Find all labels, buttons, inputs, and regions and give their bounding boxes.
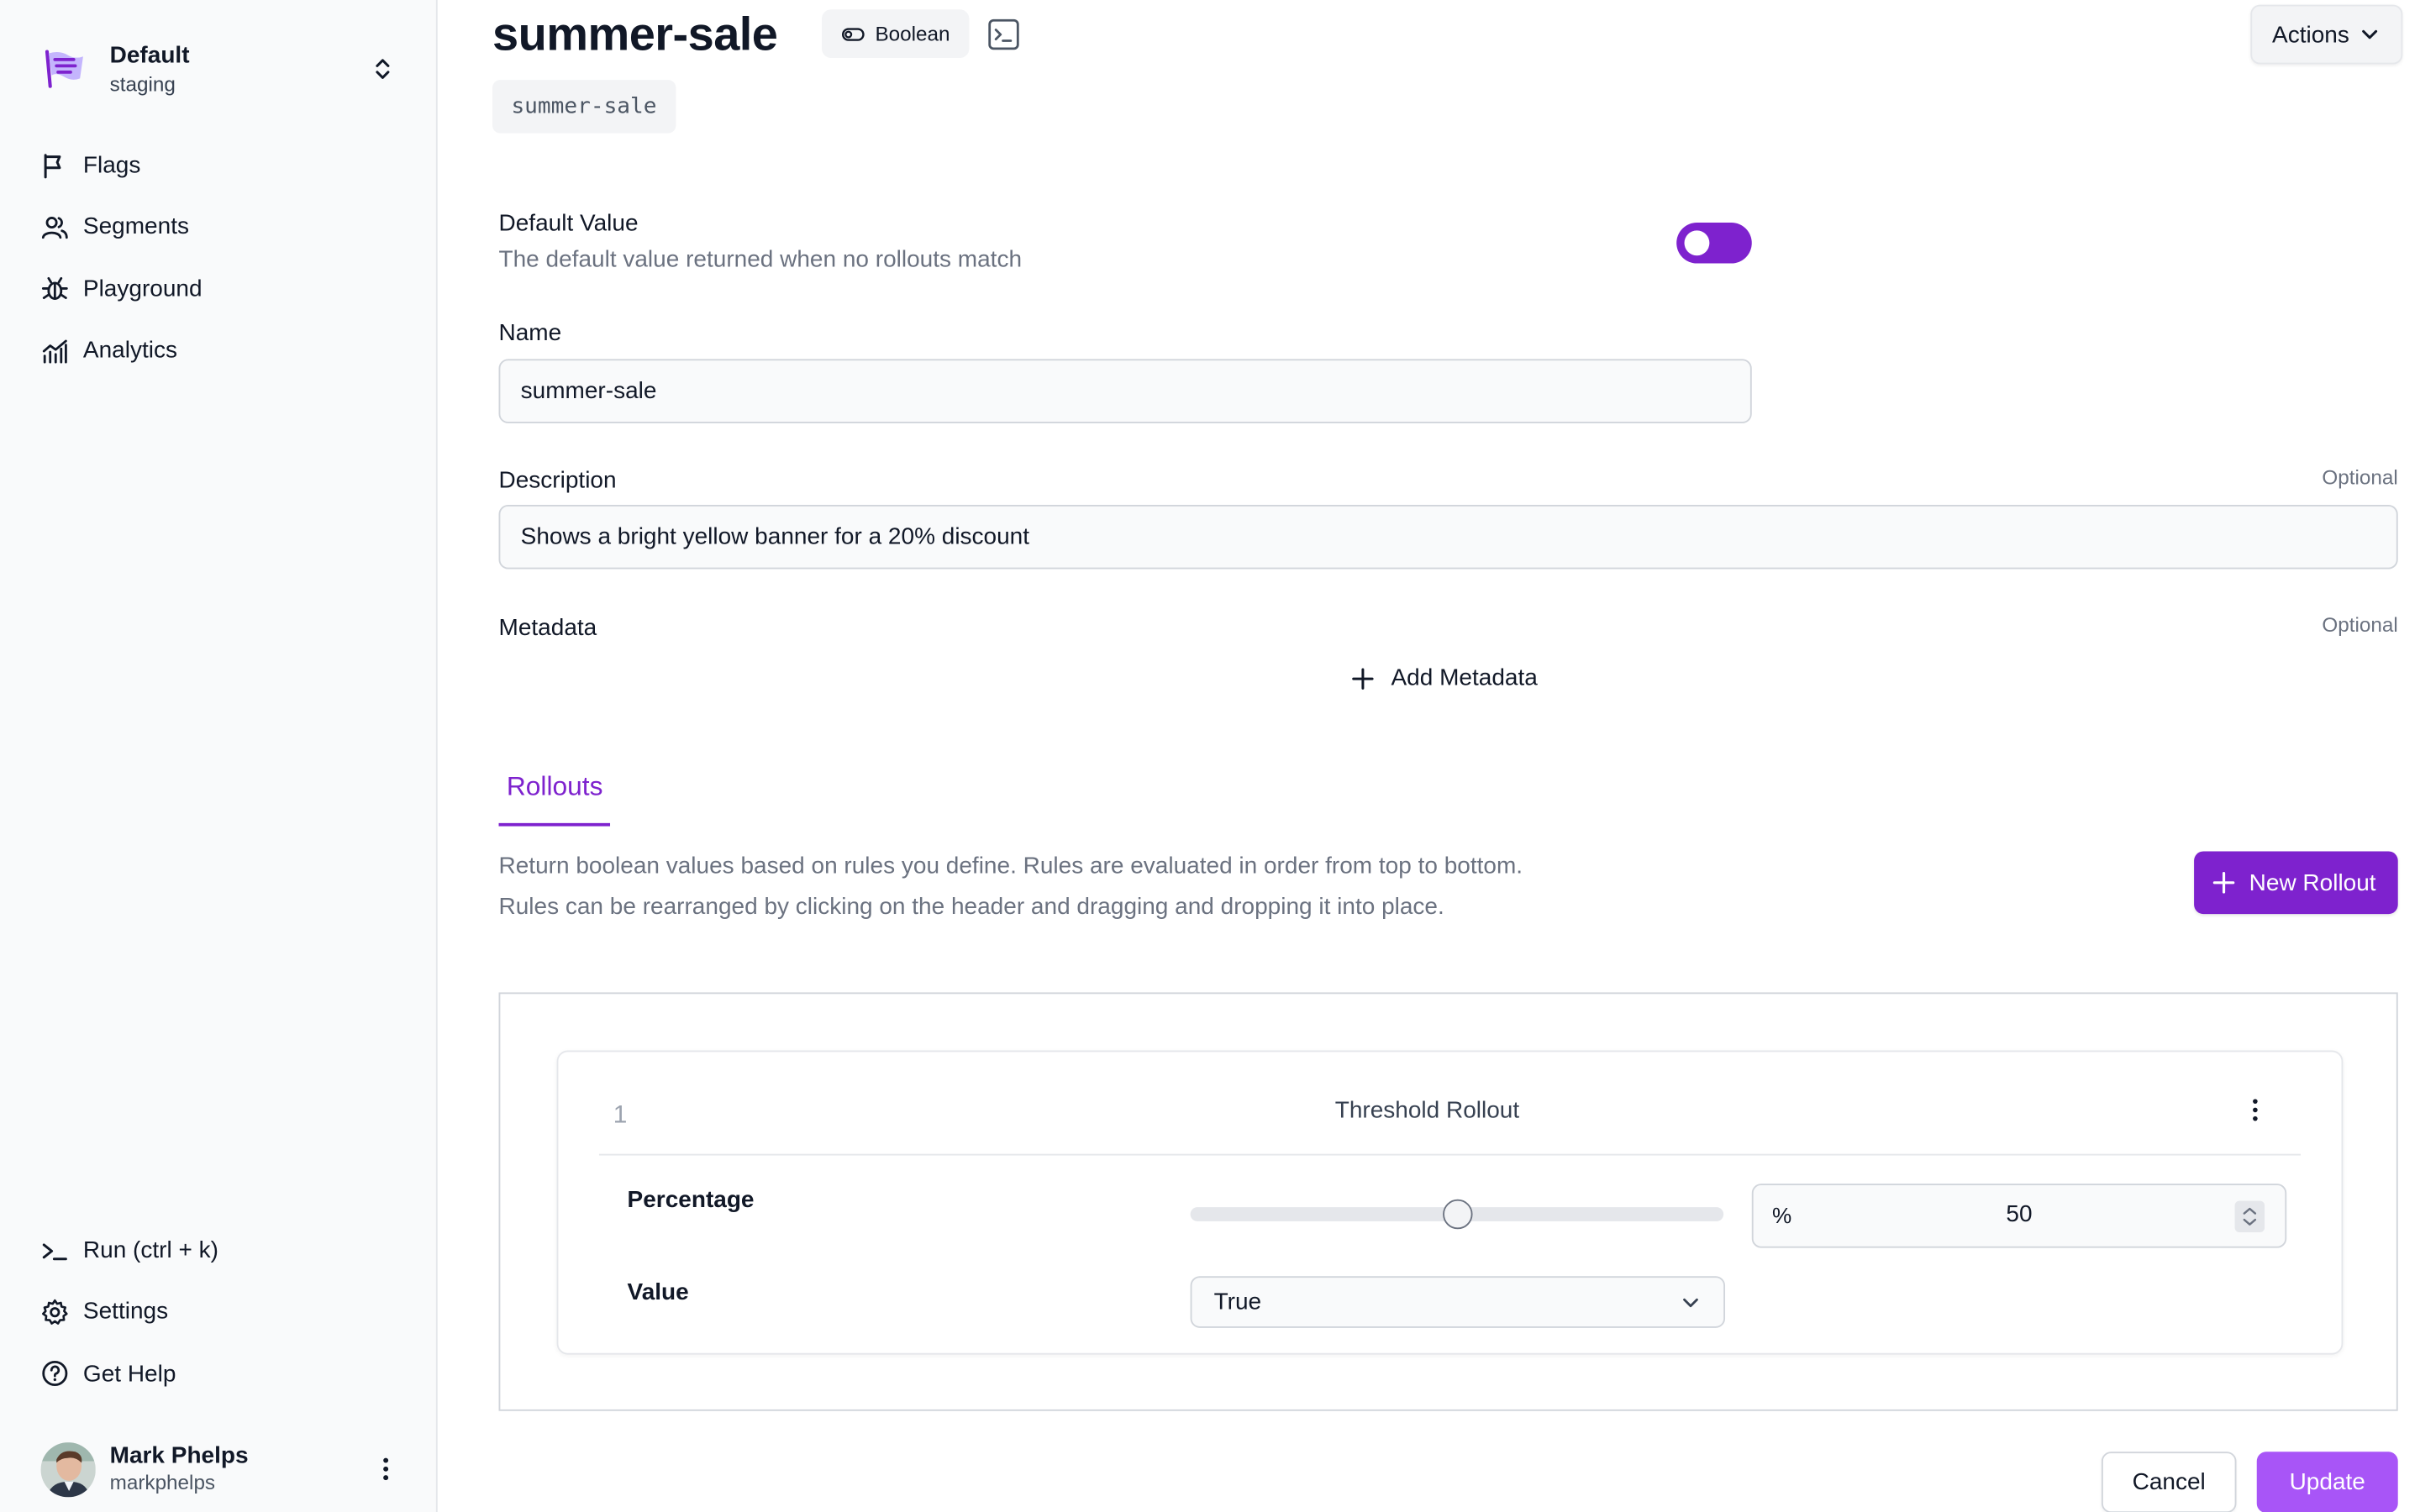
- rollout-card[interactable]: 1 Threshold Rollout Percentage % 50 Valu…: [556, 1050, 2344, 1355]
- nav-item-label: Flags: [82, 152, 141, 180]
- percentage-slider[interactable]: [1190, 1199, 1724, 1230]
- name-input[interactable]: summer-sale: [498, 359, 1752, 423]
- help-circle-icon: [42, 1361, 68, 1387]
- page-title: summer-sale: [492, 9, 778, 61]
- nav-item-flags[interactable]: Flags: [41, 135, 402, 197]
- plus-icon: [1352, 667, 1374, 689]
- percentage-label: Percentage: [627, 1186, 755, 1214]
- rollouts-description-line: Rules can be rearranged by clicking on t…: [498, 893, 1444, 921]
- flag-type-badge: Boolean: [821, 9, 969, 59]
- flag-key-badge: summer-sale: [492, 80, 676, 134]
- value-label: Value: [627, 1278, 689, 1306]
- nav-item-playground[interactable]: Playground: [41, 258, 402, 319]
- divider: [598, 1153, 2302, 1156]
- value-selected: True: [1213, 1289, 1262, 1315]
- number-stepper-icon[interactable]: [2234, 1200, 2265, 1232]
- chevron-up-down-icon: [376, 59, 390, 79]
- gear-icon: [42, 1299, 68, 1325]
- percentage-input[interactable]: % 50: [1751, 1184, 2287, 1248]
- console-icon[interactable]: [986, 18, 1021, 52]
- nav-item-get-help[interactable]: Get Help: [41, 1343, 402, 1404]
- nav-item-label: Get Help: [82, 1360, 176, 1388]
- description-label: Description: [498, 467, 617, 494]
- flipt-logo-icon: [45, 50, 83, 88]
- user-name: Mark Phelps: [109, 1442, 249, 1469]
- toggle-icon: [841, 27, 865, 40]
- cancel-button[interactable]: Cancel: [2101, 1452, 2237, 1512]
- rollouts-list: 1 Threshold Rollout Percentage % 50 Valu…: [498, 992, 2398, 1411]
- nav-item-analytics[interactable]: Analytics: [41, 320, 402, 381]
- description-input[interactable]: Shows a bright yellow banner for a 20% d…: [498, 504, 2398, 570]
- user-menu-button[interactable]: [370, 1453, 401, 1484]
- main-content: summer-sale Boolean summer-sale Actions …: [438, 0, 2420, 1512]
- rollout-title: Threshold Rollout: [1334, 1097, 1520, 1125]
- description-optional-hint: Optional: [2322, 465, 2398, 490]
- flag-icon: [44, 153, 61, 178]
- name-label: Name: [498, 319, 562, 347]
- nav-item-run[interactable]: Run (ctrl + k): [41, 1220, 402, 1281]
- namespace-name: Default: [109, 41, 190, 69]
- chevron-down-icon: [2362, 29, 2378, 39]
- default-value-toggle[interactable]: [1676, 223, 1752, 264]
- nav-item-label: Settings: [82, 1299, 169, 1326]
- namespace-selector[interactable]: Default staging: [41, 38, 402, 101]
- metadata-label: Metadata: [498, 614, 597, 642]
- add-metadata-button[interactable]: Add Metadata: [1350, 664, 1538, 691]
- user-login: markphelps: [109, 1470, 216, 1494]
- actions-label: Actions: [2272, 21, 2349, 48]
- avatar: [40, 1441, 96, 1497]
- update-button[interactable]: Update: [2256, 1452, 2398, 1512]
- value-select[interactable]: True: [1190, 1276, 1726, 1328]
- new-rollout-label: New Rollout: [2249, 869, 2376, 896]
- chart-icon: [42, 339, 67, 363]
- add-metadata-label: Add Metadata: [1391, 664, 1538, 692]
- slider-handle[interactable]: [1443, 1199, 1473, 1230]
- nav-item-label: Segments: [82, 213, 189, 241]
- primary-nav: Flags Segments Playground Analytics: [41, 135, 402, 381]
- nav-item-label: Run (ctrl + k): [82, 1236, 218, 1264]
- nav-item-label: Playground: [82, 275, 203, 302]
- plus-icon: [2213, 871, 2235, 894]
- actions-button[interactable]: Actions: [2249, 4, 2403, 65]
- percentage-value: 50: [2006, 1200, 2033, 1228]
- tab-rollouts[interactable]: Rollouts: [498, 771, 611, 827]
- default-value-label: Default Value: [498, 210, 639, 237]
- users-icon: [41, 216, 68, 239]
- rollouts-description-line: Return boolean values based on rules you…: [498, 853, 1523, 880]
- user-profile: Mark Phelps markphelps: [40, 1439, 402, 1499]
- terminal-prompt-icon: [42, 1242, 67, 1260]
- namespace-environment: staging: [109, 71, 176, 95]
- chevron-down-icon: [1683, 1298, 1698, 1308]
- secondary-nav: Run (ctrl + k) Settings Get Help: [41, 1220, 402, 1404]
- metadata-optional-hint: Optional: [2322, 612, 2398, 637]
- nav-item-settings[interactable]: Settings: [41, 1281, 402, 1342]
- default-value-help: The default value returned when no rollo…: [498, 246, 1023, 273]
- more-vertical-icon[interactable]: [2241, 1096, 2270, 1125]
- nav-item-label: Analytics: [82, 337, 177, 365]
- sidebar: Default staging Flags Segments Playgroun…: [0, 0, 438, 1512]
- flag-type-label: Boolean: [875, 22, 950, 46]
- new-rollout-button[interactable]: New Rollout: [2194, 851, 2398, 915]
- more-vertical-icon: [383, 1457, 389, 1481]
- nav-item-segments[interactable]: Segments: [41, 197, 402, 258]
- bug-icon: [41, 277, 68, 301]
- rollouts-description: Return boolean values based on rules you…: [499, 847, 1523, 928]
